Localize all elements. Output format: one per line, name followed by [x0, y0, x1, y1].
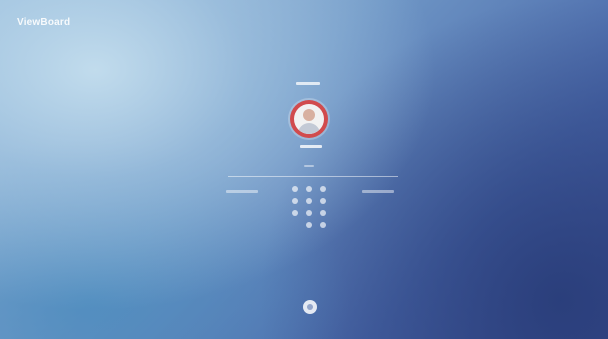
keypad-key[interactable] — [292, 198, 298, 204]
keypad-key[interactable] — [306, 198, 312, 204]
avatar-head-shape — [303, 109, 315, 121]
top-status-label — [296, 82, 320, 85]
avatar-inner — [294, 104, 324, 134]
brand-label: ViewBoard — [17, 17, 71, 28]
keypad-key[interactable] — [292, 186, 298, 192]
wallpaper-background — [0, 0, 608, 339]
power-icon[interactable] — [303, 300, 317, 314]
keypad-key[interactable] — [320, 210, 326, 216]
keypad-key[interactable] — [306, 210, 312, 216]
keypad-key[interactable] — [306, 186, 312, 192]
keypad-key[interactable] — [306, 222, 312, 228]
left-option-link[interactable] — [226, 190, 258, 193]
keypad-key[interactable] — [320, 198, 326, 204]
lock-screen: ViewBoard — [0, 0, 608, 339]
keypad-key[interactable] — [292, 210, 298, 216]
user-avatar-icon[interactable] — [290, 100, 328, 138]
pin-keypad — [290, 184, 328, 234]
right-option-link[interactable] — [362, 190, 394, 193]
keypad-key[interactable] — [320, 222, 326, 228]
pin-input-field[interactable] — [228, 176, 398, 177]
hint-text — [304, 165, 314, 167]
keypad-key[interactable] — [320, 186, 326, 192]
username-label — [300, 145, 322, 148]
avatar-body-shape — [298, 123, 320, 134]
